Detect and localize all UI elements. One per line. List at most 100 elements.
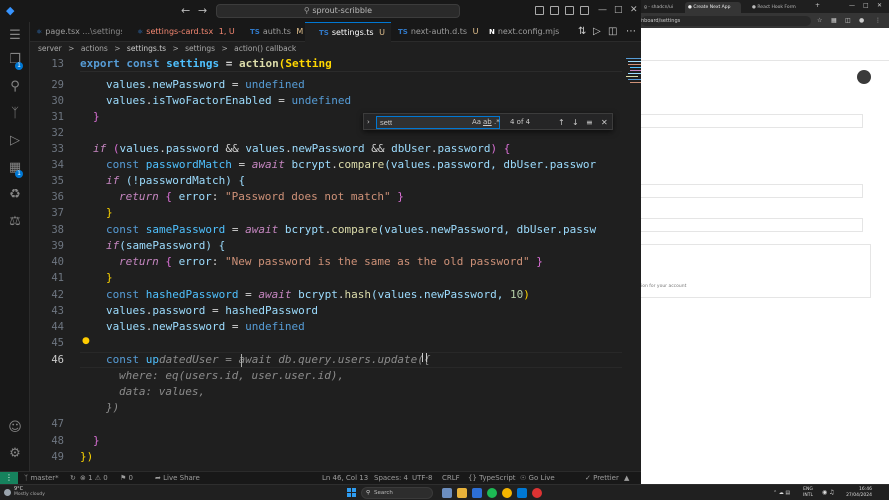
cursor-position-status[interactable]: Ln 46, Col 13 — [322, 472, 368, 484]
tab-next-auth-d-ts[interactable]: TS next-auth.d.ts U — [392, 22, 484, 42]
language-mode-status[interactable]: {} TypeScript — [468, 472, 516, 484]
code-line: const hashedPassword = await bcrypt.hash… — [106, 288, 530, 301]
app-icon[interactable] — [472, 488, 482, 498]
accounts-icon[interactable]: ☺ — [7, 420, 23, 436]
ports-status[interactable]: ⚑ 0 — [120, 472, 133, 484]
find-input[interactable] — [376, 116, 500, 129]
eol-status[interactable]: CRLF — [442, 472, 460, 484]
spotify-icon[interactable] — [487, 488, 497, 498]
menu-icon[interactable]: ☰ — [7, 28, 23, 44]
minimize-icon[interactable]: — — [849, 1, 855, 10]
testing-icon[interactable]: ⚖ — [7, 214, 23, 230]
tab-settings-ts[interactable]: TSsettings.ts U ● — [305, 22, 391, 42]
tab-next-config-mjs[interactable]: Nnext.config.mjs — [485, 22, 577, 42]
language-indicator[interactable]: ENG INTL — [803, 487, 813, 499]
close-icon[interactable]: ✕ — [630, 3, 638, 17]
maximize-icon[interactable]: □ — [863, 1, 869, 10]
profile-icon[interactable]: ● — [859, 16, 864, 25]
browser-tab[interactable]: g - shadcn/ui — [641, 2, 683, 13]
settings-field[interactable] — [641, 184, 863, 198]
code-line: } — [93, 110, 100, 123]
chrome-icon[interactable] — [502, 488, 512, 498]
notifications-bell-icon[interactable]: ▲ — [624, 472, 629, 484]
toggle-panel-icon[interactable] — [550, 6, 559, 15]
vscode-taskbar-icon[interactable] — [517, 488, 527, 498]
minimap[interactable] — [622, 56, 641, 470]
sync-icon[interactable]: ↻ — [70, 472, 76, 484]
toggle-sidebar-icon[interactable] — [535, 6, 544, 15]
branch-status[interactable]: ᛉ master* — [24, 472, 59, 484]
clock[interactable]: 16:46 27/04/2024 — [838, 487, 872, 499]
close-icon[interactable]: ✕ — [877, 1, 882, 10]
new-tab-icon[interactable]: + — [815, 1, 820, 10]
back-arrow-icon[interactable]: ← — [181, 4, 190, 18]
file-explorer-icon[interactable] — [457, 488, 467, 498]
run-icon[interactable]: ▷ — [593, 25, 601, 39]
browser-tab-active[interactable]: ● Create Next App — [685, 2, 741, 13]
avatar[interactable] — [857, 70, 871, 84]
code-editor[interactable]: 13 29 30 31 32 33 34 35 36 37 38 39 40 4… — [30, 56, 641, 470]
find-in-selection-icon[interactable]: ≡ — [586, 117, 593, 128]
sidebar-icon[interactable]: ◫ — [845, 16, 851, 25]
search-icon: ⚲ — [366, 490, 371, 496]
breadcrumb-item[interactable]: actions — [81, 44, 108, 53]
star-icon[interactable]: ☆ — [817, 16, 822, 25]
settings-field[interactable] — [641, 218, 863, 232]
indentation-status[interactable]: Spaces: 4 — [374, 472, 408, 484]
compare-changes-icon[interactable]: ⇅ — [578, 25, 586, 39]
use-regex-toggle[interactable]: .* — [494, 117, 500, 128]
sticky-scroll-header[interactable]: export const settings = action(Setting — [80, 56, 622, 72]
command-center-search[interactable]: ⚲ sprout-scribble — [216, 4, 460, 18]
task-view-icon[interactable] — [442, 488, 452, 498]
previous-match-arrow-icon[interactable]: ↑ — [558, 117, 565, 128]
customize-layout-icon[interactable] — [580, 6, 589, 15]
taskbar-search[interactable]: ⚲ Search — [361, 487, 433, 499]
more-actions-icon[interactable]: ⋯ — [626, 25, 636, 39]
search-icon[interactable]: ⚲ — [7, 79, 23, 95]
encoding-status[interactable]: UTF-8 — [412, 472, 432, 484]
close-find-icon[interactable]: ✕ — [601, 117, 608, 128]
line-number: 47 — [51, 418, 64, 430]
live-share-status[interactable]: ➦ Live Share — [155, 472, 200, 484]
breadcrumb-item[interactable]: server — [38, 44, 62, 53]
browser-menu-icon[interactable]: ⋮ — [875, 16, 881, 25]
wifi-volume-battery-icons[interactable]: ◉ ♫ — [822, 489, 835, 496]
system-tray-icons[interactable]: ⌃ ☁ ▤ — [773, 487, 790, 499]
breadcrumb-item[interactable]: action() callback — [234, 44, 296, 53]
prettier-status[interactable]: ✓ Prettier — [585, 472, 619, 484]
manage-gear-icon[interactable]: ⚙ — [7, 446, 23, 462]
problems-status[interactable]: ⊗ 1 ⚠ 0 — [80, 472, 108, 484]
split-editor-icon[interactable]: ◫ — [608, 25, 617, 39]
run-debug-icon[interactable]: ▷ — [7, 133, 23, 149]
remote-explorer-icon[interactable]: ♻ — [7, 187, 23, 203]
remote-indicator-icon[interactable]: ⋮ — [0, 472, 18, 484]
activity-bar: ☰ ❐ 1 ⚲ ᛉ ▷ ▦ 1 ♻ ⚖ ☺ ⚙ — [0, 22, 30, 471]
minimize-icon[interactable]: — — [598, 3, 607, 17]
extensions-icon[interactable]: ▦ — [831, 16, 837, 25]
extensions-badge: 1 — [15, 170, 23, 178]
maximize-icon[interactable]: □ — [614, 3, 623, 17]
breadcrumb-item[interactable]: settings.ts — [127, 44, 166, 53]
code-line: values.password = hashedPassword — [106, 304, 318, 317]
tab-page-tsx[interactable]: ⚛page.tsx ...\settings U — [30, 22, 122, 42]
browser-tab[interactable]: ● React Hook Form — [749, 2, 811, 13]
tab-settings-card-tsx[interactable]: ⚛ settings-card.tsx 1, U — [123, 22, 235, 42]
toggle-replace-chevron-icon[interactable]: › — [367, 117, 370, 128]
forward-arrow-icon[interactable]: → — [198, 4, 207, 18]
address-bar[interactable]: hboard/settings — [641, 16, 811, 26]
weather-widget[interactable]: 9°C Mostly cloudy — [4, 486, 45, 500]
inline-suggestion-line: data: values, — [119, 385, 206, 398]
mouse-ibeam-cursor — [422, 353, 427, 362]
settings-field[interactable] — [641, 114, 863, 128]
tab-auth-ts[interactable]: TS auth.ts M — [236, 22, 304, 42]
match-case-toggle[interactable]: Aa — [472, 117, 481, 128]
source-control-icon[interactable]: ᛉ — [7, 106, 23, 122]
next-match-arrow-icon[interactable]: ↓ — [572, 117, 579, 128]
windows-start-icon[interactable] — [347, 488, 357, 498]
desktop-screen: ◆ ← → ⚲ sprout-scribble — □ ✕ ☰ ❐ 1 ⚲ ᛉ … — [0, 0, 889, 500]
toggle-secondary-sidebar-icon[interactable] — [565, 6, 574, 15]
go-live-status[interactable]: ☉ Go Live — [520, 472, 555, 484]
match-whole-word-toggle[interactable]: ab — [483, 117, 492, 128]
breadcrumb-item[interactable]: settings — [185, 44, 215, 53]
app-icon[interactable] — [532, 488, 542, 498]
